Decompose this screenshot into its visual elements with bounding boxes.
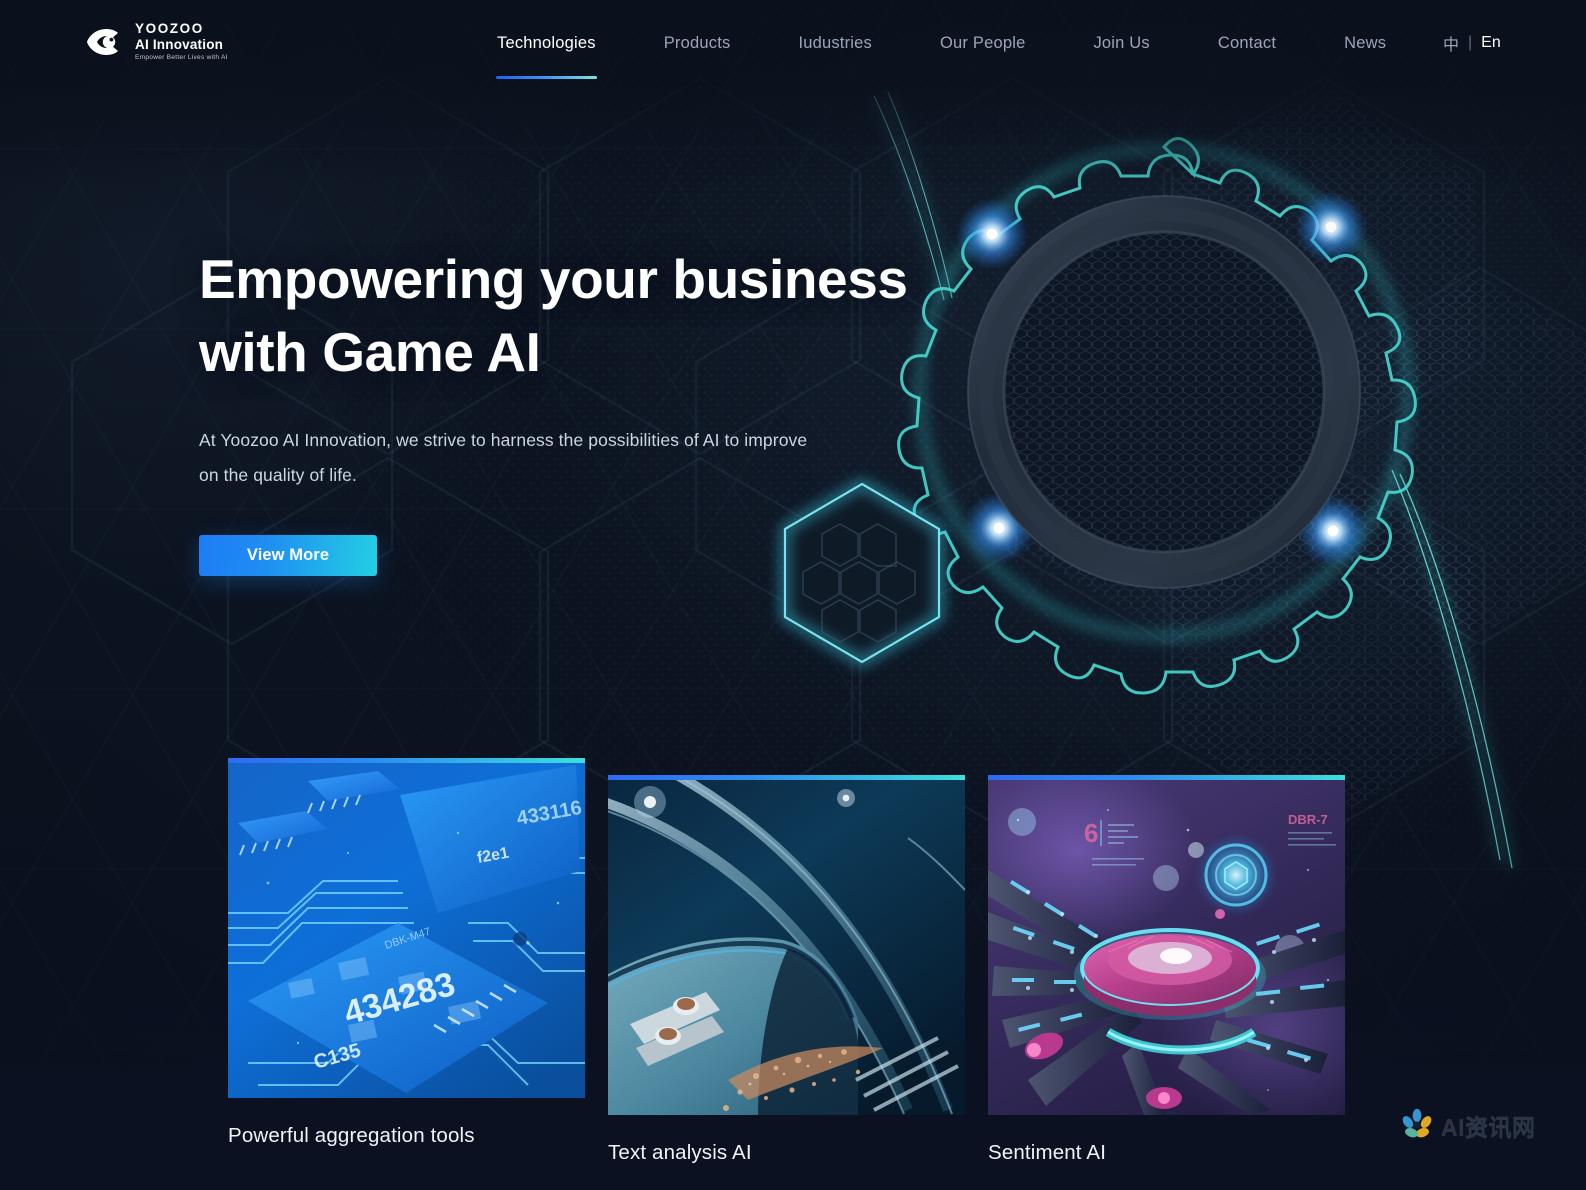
nav-active-indicator [496,75,597,79]
card-image-machinery [608,780,965,1115]
logo[interactable]: YOOZOO AI Innovation Empower Better Live… [86,22,228,61]
svg-text:DBR-7: DBR-7 [1288,812,1328,827]
watermark-text: AI资讯网 [1441,1114,1536,1140]
language-separator: | [1468,34,1473,51]
nav-label: Technologies [497,33,596,52]
card-image-spacecraft: 6 DBR-7 [988,780,1345,1115]
logo-line2: AI Innovation [135,36,224,52]
card-title: Sentiment AI [988,1141,1107,1164]
logo-tagline: Empower Better Lives with AI [135,53,228,61]
card-image-circuit-board: 433116 f2e1 434283 C135 DBK-M47 [228,763,585,1098]
logo-line1: YOOZOO [135,21,204,36]
nav-item-contact[interactable]: Contact [1218,34,1276,53]
feature-card[interactable]: 433116 f2e1 434283 C135 DBK-M47 Powerful… [228,758,585,1148]
energy-portal [1194,833,1278,917]
language-switcher: 中 | En [1443,0,1501,86]
feature-card[interactable]: Text analysis AI [608,775,965,1165]
flower-logo-icon [1402,1108,1432,1138]
hero-heading-line2: with Game AI [199,321,541,384]
card-title: Powerful aggregation tools [228,1124,475,1147]
nav-item-products[interactable]: Products [664,34,731,53]
hero-heading-line1: Empowering your business [199,248,908,310]
hero-disc [967,195,1361,589]
language-option-english[interactable]: En [1481,34,1501,52]
nav-item-news[interactable]: News [1344,34,1386,53]
hero-heading: Empowering your business with Game AI [199,243,919,389]
nav-item-technologies[interactable]: Technologies [496,33,597,79]
svg-text:6: 6 [1084,818,1098,848]
nav-item-join-us[interactable]: Join Us [1093,34,1149,53]
main-navigation: Technologies Products Iudustries Our Peo… [496,0,1386,86]
spacecraft-core [1074,928,1266,1020]
eye-logo-icon [87,28,118,55]
hero-paragraph: At Yoozoo AI Innovation, we strive to ha… [199,430,808,486]
watermark: AI资讯网 [1400,1108,1536,1142]
nav-item-industries[interactable]: Iudustries [798,34,872,53]
language-option-chinese[interactable]: 中 [1443,31,1459,55]
feature-card[interactable]: 6 DBR-7 Sentiment AI [988,775,1345,1165]
card-title: Text analysis AI [608,1141,752,1164]
view-more-button[interactable]: View More [199,535,377,577]
nav-item-our-people[interactable]: Our People [940,34,1025,53]
hero-section: Empowering your business with Game AI At… [199,243,919,577]
site-header: YOOZOO AI Innovation Empower Better Live… [0,0,1586,86]
page-root: YOOZOO AI Innovation Empower Better Live… [0,0,1586,1190]
